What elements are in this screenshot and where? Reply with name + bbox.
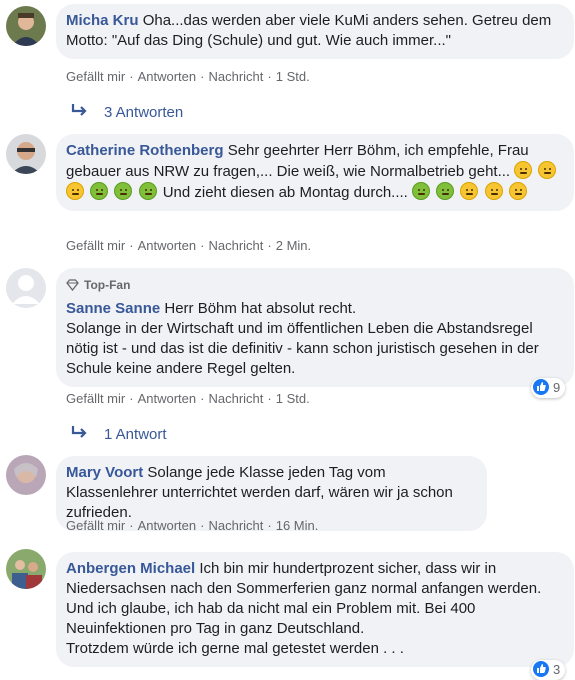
nauseated-emoji-icon <box>90 182 109 200</box>
reply-arrow-icon <box>70 425 90 443</box>
top-fan-label: Top-Fan <box>84 278 131 292</box>
reaction-count-value: 9 <box>553 380 561 395</box>
comment-time[interactable]: 2 Min. <box>276 238 311 253</box>
separator: · <box>129 391 134 406</box>
astonished-emoji-icon <box>508 182 527 200</box>
thinking-emoji-icon <box>538 161 557 179</box>
emoji-group-2 <box>412 182 529 201</box>
view-replies-button[interactable]: 1 Antwort <box>70 425 167 443</box>
avatar[interactable] <box>6 455 46 495</box>
separator: · <box>267 238 272 253</box>
nauseated-emoji-icon <box>138 182 157 200</box>
comment-text: Herr Böhm hat absolut recht. <box>164 300 357 317</box>
reaction-count[interactable]: 9 <box>531 378 566 398</box>
reply-arrow-icon <box>70 103 90 121</box>
comment-author[interactable]: Mary Voort <box>66 464 143 481</box>
comment-actions: Gefällt mir · Antworten · Nachricht · 1 Std. <box>66 391 310 406</box>
avatar[interactable] <box>6 268 46 308</box>
comment-author[interactable]: Catherine Rothenberg <box>66 142 224 159</box>
comment-text: Oha...das werden aber viele KuMi anders … <box>66 12 552 49</box>
comment-actions: Gefällt mir · Antworten · Nachricht · 2 Min. <box>66 238 311 253</box>
avatar[interactable] <box>6 6 46 46</box>
nauseated-emoji-icon <box>412 182 431 200</box>
avatar[interactable] <box>6 549 46 589</box>
reply-link[interactable]: Antworten <box>138 391 197 406</box>
replies-count: 1 Antwort <box>104 426 167 443</box>
like-thumb-icon <box>533 661 549 677</box>
reply-link[interactable]: Antworten <box>138 518 197 533</box>
avatar[interactable] <box>6 134 46 174</box>
eye-roll-emoji-icon <box>66 182 84 200</box>
comment-time[interactable]: 1 Std. <box>276 69 310 84</box>
like-link[interactable]: Gefällt mir <box>66 69 125 84</box>
top-fan-badge: Top-Fan <box>66 275 562 297</box>
separator: · <box>200 518 205 533</box>
like-thumb-icon <box>533 379 549 395</box>
nauseated-emoji-icon <box>114 182 133 200</box>
separator: · <box>129 69 134 84</box>
nauseated-emoji-icon <box>436 182 455 200</box>
screaming-emoji-icon <box>460 182 479 200</box>
message-link[interactable]: Nachricht <box>208 238 263 253</box>
separator: · <box>129 518 134 533</box>
reply-link[interactable]: Antworten <box>138 69 197 84</box>
comment-bubble: Anbergen Michael Ich bin mir hundertproz… <box>56 552 574 667</box>
reaction-count-value: 3 <box>553 662 561 677</box>
worried-emoji-icon <box>484 182 503 200</box>
grinning-emoji-icon <box>514 161 533 179</box>
comment-bubble: Top-Fan Sanne Sanne Herr Böhm hat absolu… <box>56 268 574 387</box>
separator: · <box>267 69 272 84</box>
reply-link[interactable]: Antworten <box>138 238 197 253</box>
comment-time[interactable]: 1 Std. <box>276 391 310 406</box>
view-replies-button[interactable]: 3 Antworten <box>70 103 183 121</box>
message-link[interactable]: Nachricht <box>208 518 263 533</box>
comment-time[interactable]: 16 Min. <box>276 518 319 533</box>
comment-author[interactable]: Anbergen Michael <box>66 560 195 577</box>
comment-text-2: Trotzdem würde ich gerne mal getestet we… <box>66 640 404 657</box>
message-link[interactable]: Nachricht <box>208 391 263 406</box>
separator: · <box>200 238 205 253</box>
comment-bubble: Catherine Rothenberg Sehr geehrter Herr … <box>56 134 574 211</box>
comment-text-2: Und zieht diesen ab Montag durch.... <box>162 184 408 201</box>
comment-actions: Gefällt mir · Antworten · Nachricht · 1 Std. <box>66 69 310 84</box>
comment-author[interactable]: Micha Kru <box>66 12 139 29</box>
diamond-icon <box>66 277 80 297</box>
separator: · <box>200 69 205 84</box>
comment-bubble: Micha Kru Oha...das werden aber viele Ku… <box>56 4 574 59</box>
separator: · <box>200 391 205 406</box>
comment-actions: Gefällt mir · Antworten · Nachricht · 16 Min. <box>66 518 318 533</box>
message-link[interactable]: Nachricht <box>208 69 263 84</box>
separator: · <box>267 391 272 406</box>
reaction-count[interactable]: 3 <box>531 660 566 680</box>
like-link[interactable]: Gefällt mir <box>66 391 125 406</box>
replies-count: 3 Antworten <box>104 104 184 121</box>
comment-text-2: Solange in der Wirtschaft und im öffentl… <box>66 320 539 377</box>
separator: · <box>267 518 272 533</box>
like-link[interactable]: Gefällt mir <box>66 238 125 253</box>
comment-author[interactable]: Sanne Sanne <box>66 300 160 317</box>
like-link[interactable]: Gefällt mir <box>66 518 125 533</box>
separator: · <box>129 238 134 253</box>
